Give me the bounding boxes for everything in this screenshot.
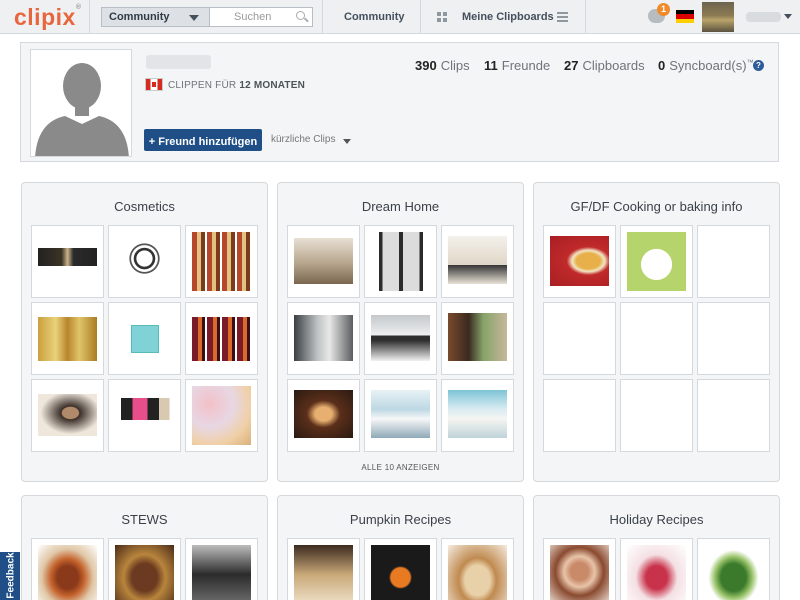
search-scope-value: Community	[109, 11, 170, 23]
clip-thumbnail[interactable]	[185, 302, 258, 375]
clip-thumbnail-empty	[697, 225, 770, 298]
stat-clips[interactable]: 390 Clips	[415, 58, 470, 73]
clip-thumbnail[interactable]	[287, 302, 360, 375]
clip-thumbnail[interactable]	[441, 225, 514, 298]
clip-thumbnail[interactable]	[185, 225, 258, 298]
clip-thumbnail[interactable]	[364, 302, 437, 375]
clip-thumbnail[interactable]	[620, 538, 693, 600]
divider	[420, 0, 421, 34]
top-navigation-bar: clipix® Community Suchen Community Meine…	[0, 0, 800, 34]
clip-thumbnail[interactable]	[364, 538, 437, 600]
help-icon[interactable]: ?	[753, 60, 764, 71]
chevron-down-icon[interactable]	[784, 14, 792, 19]
chevron-down-icon[interactable]	[343, 139, 351, 144]
clip-thumbnail[interactable]	[31, 538, 104, 600]
divider	[89, 0, 90, 34]
clip-thumbnail[interactable]	[697, 538, 770, 600]
clip-thumbnail[interactable]	[31, 379, 104, 452]
notification-badge[interactable]: 1	[657, 3, 670, 16]
stat-clipboards[interactable]: 27 Clipboards	[564, 58, 645, 73]
clip-thumbnail[interactable]	[620, 225, 693, 298]
clip-thumbnail[interactable]	[543, 225, 616, 298]
clip-thumbnail-empty	[697, 379, 770, 452]
clip-thumbnail[interactable]	[287, 538, 360, 600]
divider	[585, 0, 586, 34]
clipboard-card-gf-df-cooking[interactable]: GF/DF Cooking or baking info	[533, 182, 780, 482]
clip-thumbnail[interactable]	[287, 379, 360, 452]
german-flag-icon[interactable]	[676, 10, 694, 23]
show-all-link[interactable]: ALLE 10 ANZEIGEN	[278, 463, 523, 472]
clip-thumbnail[interactable]	[31, 302, 104, 375]
community-link[interactable]: Community	[344, 11, 405, 23]
clip-thumbnail-empty	[620, 302, 693, 375]
clipboard-title[interactable]: GF/DF Cooking or baking info	[534, 199, 779, 214]
user-avatar[interactable]	[702, 2, 734, 32]
clip-thumbnail[interactable]	[287, 225, 360, 298]
clipboard-title[interactable]: STEWS	[22, 512, 267, 527]
clipix-logo[interactable]: clipix®	[14, 4, 81, 31]
my-clipboards-link[interactable]: Meine Clipboards	[462, 11, 554, 23]
clipboard-card-pumpkin-recipes[interactable]: Pumpkin Recipes	[277, 495, 524, 600]
clipboard-card-holiday-recipes[interactable]: Holiday Recipes	[533, 495, 780, 600]
search-input[interactable]: Suchen	[209, 7, 313, 27]
grid-icon[interactable]	[437, 12, 447, 22]
default-user-icon	[31, 50, 131, 156]
clipboard-card-dream-home[interactable]: Dream Home ALLE 10 ANZEIGEN	[277, 182, 524, 482]
feedback-tab[interactable]: Feedback	[0, 552, 20, 600]
profile-panel: CLIPPEN FÜR 12 MONATEN + Freund hinzufüg…	[20, 42, 779, 162]
stat-friends[interactable]: 11 Freunde	[484, 58, 550, 73]
canada-flag-icon	[145, 78, 163, 91]
search-icon[interactable]	[296, 11, 305, 20]
clip-thumbnail-empty	[543, 379, 616, 452]
clipboard-title[interactable]: Dream Home	[278, 199, 523, 214]
hamburger-menu-icon[interactable]	[557, 12, 568, 22]
chevron-down-icon	[189, 15, 199, 21]
clip-thumbnail[interactable]	[543, 538, 616, 600]
member-duration: CLIPPEN FÜR 12 MONATEN	[168, 80, 306, 91]
user-name-redacted[interactable]	[746, 12, 781, 22]
profile-name-redacted	[146, 55, 211, 69]
clipboard-title[interactable]: Pumpkin Recipes	[278, 512, 523, 527]
clipboard-card-stews[interactable]: STEWS	[21, 495, 268, 600]
clip-thumbnail[interactable]	[108, 302, 181, 375]
clip-thumbnail-empty	[620, 379, 693, 452]
clipboard-title[interactable]: Holiday Recipes	[534, 512, 779, 527]
search-placeholder: Suchen	[234, 11, 272, 23]
clip-thumbnail[interactable]	[108, 225, 181, 298]
add-friend-button[interactable]: + Freund hinzufügen	[144, 129, 262, 151]
clipboard-title[interactable]: Cosmetics	[22, 199, 267, 214]
clip-thumbnail[interactable]	[364, 379, 437, 452]
clip-thumbnail-empty	[543, 302, 616, 375]
recent-clips-dropdown[interactable]: kürzliche Clips	[271, 134, 335, 145]
clip-thumbnail[interactable]	[441, 538, 514, 600]
clip-thumbnail[interactable]	[364, 225, 437, 298]
divider	[322, 0, 323, 34]
clip-thumbnail[interactable]	[441, 379, 514, 452]
clipboard-card-cosmetics[interactable]: Cosmetics	[21, 182, 268, 482]
profile-avatar	[30, 49, 132, 157]
stat-syncboards[interactable]: 0 Syncboard(s)™	[658, 58, 754, 73]
search-scope-select[interactable]: Community	[101, 7, 209, 27]
clip-thumbnail[interactable]	[185, 379, 258, 452]
clip-thumbnail[interactable]	[31, 225, 104, 298]
clip-thumbnail-empty	[697, 302, 770, 375]
clip-thumbnail[interactable]	[108, 538, 181, 600]
clip-thumbnail[interactable]	[108, 379, 181, 452]
clip-thumbnail[interactable]	[441, 302, 514, 375]
clip-thumbnail[interactable]	[185, 538, 258, 600]
